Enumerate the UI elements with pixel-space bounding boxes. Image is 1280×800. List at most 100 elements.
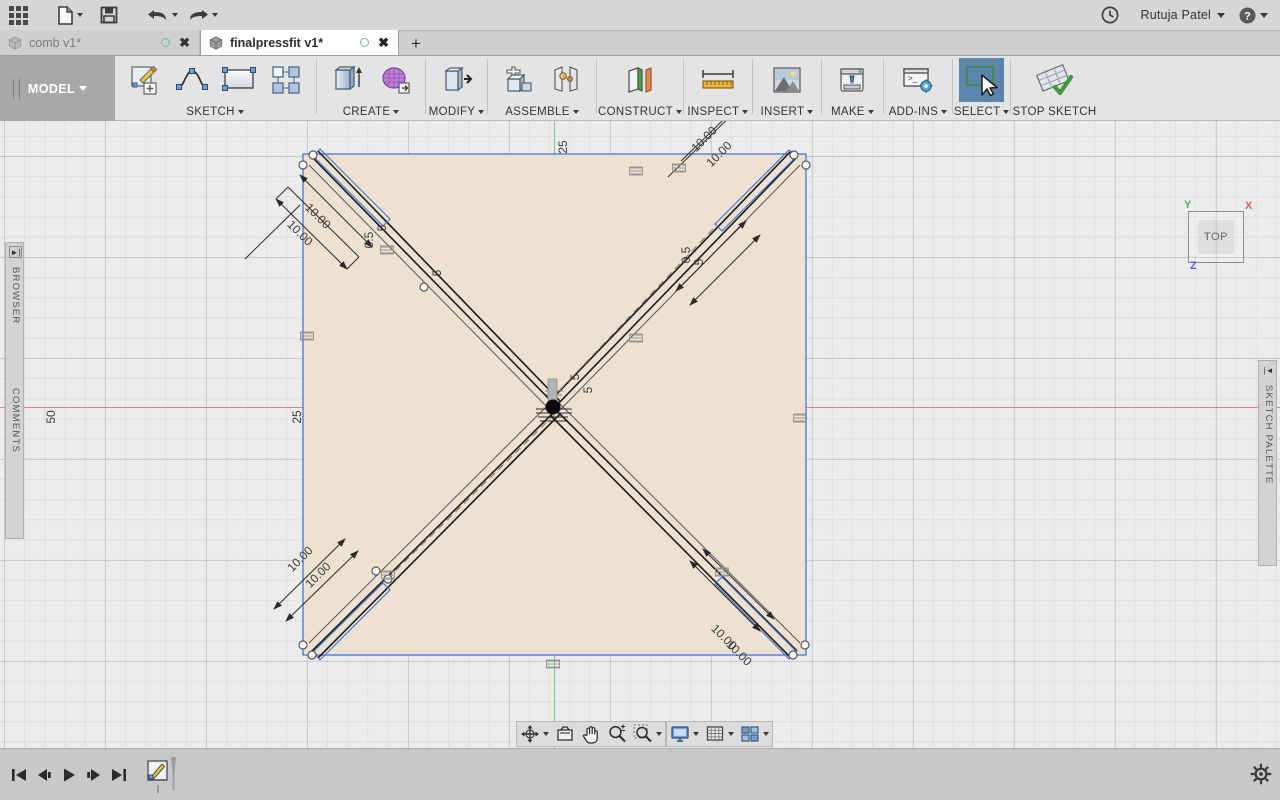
apps-grid-icon[interactable] (0, 0, 36, 31)
dim-top-25[interactable]: 25 (556, 140, 570, 153)
view-cube[interactable]: TOP (1188, 211, 1244, 263)
timeline-settings-button[interactable] (1250, 763, 1272, 790)
dim-left-25[interactable]: 25 (290, 410, 304, 423)
right-panel-dock[interactable]: |◄ SKETCH PALETTE (1258, 360, 1277, 566)
timeline-next-button[interactable] (81, 749, 106, 800)
user-menu[interactable]: Rutuja Patel (1141, 8, 1225, 22)
toolbar-group-label[interactable]: CONSTRUCT (598, 103, 682, 120)
constraint-marker-bl[interactable] (381, 570, 395, 580)
left-panel-dock[interactable]: ►| BROWSER COMMENTS (5, 242, 24, 539)
dim-center-5b[interactable]: 5 (581, 387, 595, 394)
browser-panel-label[interactable]: BROWSER (10, 267, 21, 325)
dim-tr-width-05[interactable]: 0.5 (679, 247, 693, 264)
toolbar-group-label[interactable]: INSERT (761, 103, 814, 120)
toolbar-group-label[interactable]: MODIFY (429, 103, 485, 120)
undo-button[interactable] (142, 0, 182, 31)
timeline-feature-item[interactable] (145, 755, 185, 795)
joint-button[interactable] (542, 57, 589, 103)
look-at-button[interactable] (552, 722, 578, 746)
measure-button[interactable] (691, 57, 745, 103)
document-cube-icon (8, 35, 22, 50)
constraint-marker-left[interactable] (300, 331, 314, 341)
select-tool-button[interactable] (959, 57, 1005, 102)
timeline-first-button[interactable] (6, 749, 31, 800)
rectangular-pattern-button[interactable] (262, 57, 309, 103)
grid-snaps-button[interactable] (702, 722, 737, 746)
help-menu[interactable]: ? (1239, 7, 1268, 24)
design-canvas[interactable]: 25 50 25 10.00 10.00 10.00 10.00 10.00 10.00 10.0… (0, 121, 1280, 748)
display-settings-button[interactable] (667, 722, 702, 746)
close-icon[interactable]: ✖ (179, 35, 190, 51)
close-icon[interactable]: ✖ (378, 35, 389, 51)
measure-ruler-icon (702, 69, 734, 89)
zoom-button[interactable] (604, 722, 630, 746)
toolbar-group-label[interactable]: ADD-INS (889, 103, 948, 120)
create-sketch-icon (130, 65, 157, 95)
clock-history-icon[interactable] (1101, 0, 1119, 31)
sketch-geometry[interactable] (0, 121, 1280, 748)
toolbar-group-label[interactable]: SELECT (954, 103, 1010, 120)
collapse-left-icon[interactable]: ►| (9, 246, 22, 258)
dim-left-50[interactable]: 50 (44, 410, 58, 423)
grid-icon (706, 726, 724, 741)
constraint-marker-right[interactable] (793, 413, 807, 423)
play-icon (63, 768, 75, 781)
dim-tl-width-5a[interactable]: 5 (375, 225, 389, 232)
toolbar-group-create: CREATE (318, 56, 424, 121)
dim-tr-width-5[interactable]: 5 (692, 259, 706, 266)
pan-hand-icon (582, 726, 598, 744)
toolbar-divider (882, 59, 884, 114)
dim-tl-width-05[interactable]: 0.5 (362, 232, 376, 249)
toolbar-divider (820, 59, 822, 114)
stop-sketch-button[interactable] (1031, 57, 1078, 103)
spline-button[interactable] (168, 57, 215, 103)
dim-center-5a[interactable]: 5 (568, 374, 582, 381)
toolbar-group-label[interactable]: SKETCH (186, 103, 244, 120)
sketch-palette-label[interactable]: SKETCH PALETTE (1263, 385, 1274, 485)
collapse-right-icon[interactable]: |◄ (1262, 364, 1275, 376)
zoom-window-button[interactable] (630, 722, 665, 746)
new-file-button[interactable] (50, 0, 90, 31)
viewports-button[interactable] (737, 722, 772, 746)
toolbar-divider (316, 59, 317, 114)
constraint-marker-tl[interactable] (380, 245, 394, 255)
3d-print-button[interactable] (829, 57, 876, 103)
insert-canvas-button[interactable] (760, 57, 814, 103)
comments-panel-label[interactable]: COMMENTS (10, 388, 21, 453)
constraint-parallel-top[interactable] (672, 163, 686, 173)
save-button[interactable] (90, 0, 128, 31)
timeline-prev-button[interactable] (31, 749, 56, 800)
create-sketch-button[interactable] (121, 57, 168, 103)
workspace-selector[interactable]: MODEL (0, 56, 115, 121)
toolbar-group-label[interactable]: INSPECT (687, 103, 749, 120)
timeline-play-button[interactable] (56, 749, 81, 800)
document-tab-finalpressfit[interactable]: finalpressfit v1* ✖ (200, 30, 399, 55)
toolbar-group-select: SELECT (954, 56, 1010, 121)
timeline-last-button[interactable] (106, 749, 131, 800)
new-component-button[interactable] (495, 57, 542, 103)
pan-button[interactable] (578, 722, 604, 746)
select-cursor-icon (965, 65, 998, 96)
view-cube-face-label[interactable]: TOP (1198, 220, 1234, 254)
scripts-addins-button[interactable]: >_ (891, 57, 945, 103)
offset-plane-button[interactable] (613, 57, 667, 103)
toolbar-group-label[interactable]: ASSEMBLE (505, 103, 579, 120)
rectangular-pattern-icon (271, 65, 300, 94)
redo-button[interactable] (182, 0, 222, 31)
constraint-marker-br[interactable] (715, 567, 729, 577)
constraint-marker-mid[interactable] (629, 333, 643, 343)
toolbar-group-label[interactable]: CREATE (343, 103, 400, 120)
rectangle-button[interactable] (215, 57, 262, 103)
new-tab-button[interactable]: + (399, 33, 433, 55)
press-pull-button[interactable] (433, 57, 480, 103)
create-form-button[interactable] (371, 57, 418, 103)
toolbar-group-label[interactable]: MAKE (831, 103, 874, 120)
group-label-text: SKETCH (186, 105, 235, 118)
constraint-marker-bottom[interactable] (546, 659, 560, 669)
extrude-button[interactable] (324, 57, 371, 103)
document-tab-comb[interactable]: comb v1* ✖ (0, 30, 200, 55)
constraint-coincident-top[interactable] (629, 166, 643, 176)
dim-mid-tl-5[interactable]: 5 (430, 270, 444, 277)
orbit-button[interactable] (517, 722, 552, 746)
skip-first-icon (11, 768, 26, 781)
